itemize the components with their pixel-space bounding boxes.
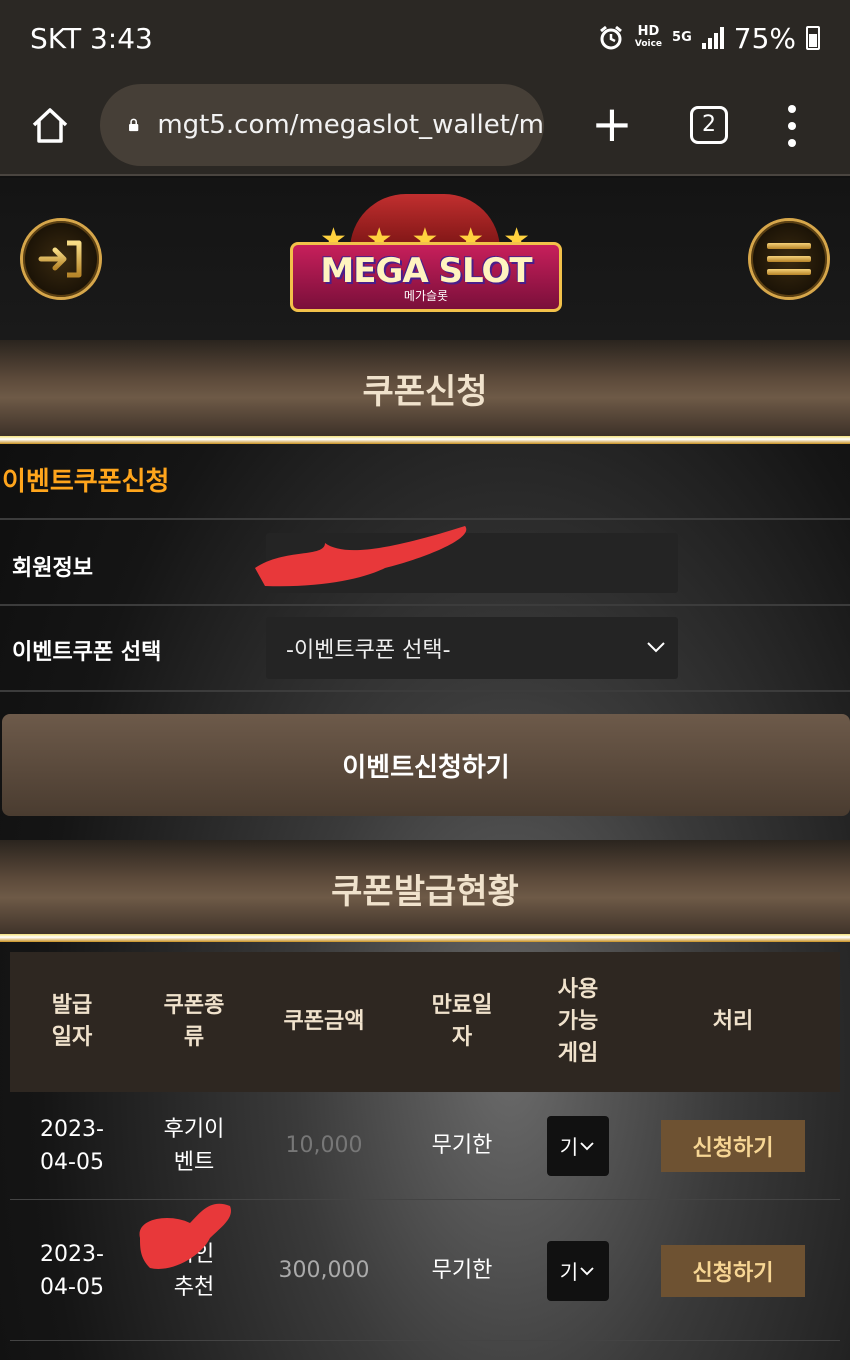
issue-date: 2023-04-05 [40, 1241, 104, 1300]
home-button[interactable] [0, 75, 100, 175]
lock-icon [129, 118, 139, 132]
table-row: 2023-04-05 후기이벤트 10,000 무기한 기 신청하기 [10, 1092, 840, 1200]
chevron-down-icon [580, 1141, 594, 1150]
more-menu-button[interactable] [782, 100, 802, 152]
event-apply-button[interactable]: 이벤트신청하기 [2, 714, 850, 816]
event-coupon-select-value: -이벤트쿠폰 선택- [286, 638, 451, 663]
event-coupon-select-label: 이벤트쿠폰 선택 [12, 640, 162, 665]
request-button[interactable]: 신청하기 [661, 1119, 805, 1172]
table-row: 2023-04-05 지인추천 300,000 무기한 기 신청하기 [10, 1201, 840, 1341]
expire-date: 무기한 [431, 1258, 493, 1283]
alarm-icon [599, 25, 622, 50]
plus-icon: + [591, 95, 633, 153]
network-indicator: 5G [672, 30, 692, 45]
menu-button[interactable] [748, 218, 830, 300]
signal-icon [701, 27, 724, 49]
col-issue-date: 발급일자 [51, 993, 93, 1050]
coupon-status-title: 쿠폰발급현황 [0, 840, 850, 936]
site-header: ★ ★ ★ ★ ★ MEGA SLOT 메가슬롯 [0, 178, 850, 340]
site-content: ★ ★ ★ ★ ★ MEGA SLOT 메가슬롯 쿠폰신청 이벤트쿠폰신청 회원정보 이… [0, 178, 850, 1360]
col-games: 사용가능게임 [557, 977, 599, 1066]
game-select[interactable]: 기 [547, 1240, 609, 1301]
col-expire: 만료일자 [431, 993, 493, 1050]
coupon-type: 후기이벤트 [163, 1116, 225, 1175]
tabs-button[interactable]: 2 [690, 106, 728, 144]
member-info-field[interactable] [266, 533, 678, 593]
status-bar: SKT 3:43 HD Voice 5G 75% [0, 0, 850, 76]
coupon-table-header: 발급일자 쿠폰종류 쿠폰금액 만료일자 사용가능게임 처리 [10, 952, 840, 1092]
issue-date: 2023-04-05 [40, 1116, 104, 1175]
address-bar[interactable]: mgt5.com/megaslot_wallet/m [100, 84, 544, 166]
coupon-type: 지인추천 [173, 1241, 215, 1300]
gold-divider [0, 436, 850, 444]
col-action: 처리 [712, 1009, 754, 1034]
battery-icon [806, 26, 820, 50]
event-coupon-select[interactable]: -이벤트쿠폰 선택- [266, 617, 678, 679]
login-button[interactable] [20, 218, 102, 300]
browser-toolbar: mgt5.com/megaslot_wallet/m + 2 [0, 76, 850, 176]
battery-percent: 75% [733, 21, 796, 55]
expire-date: 무기한 [431, 1133, 493, 1158]
status-icons: HD Voice 5G 75% [597, 22, 820, 55]
home-icon [32, 108, 68, 143]
carrier-time: SKT 3:43 [30, 21, 153, 55]
col-amount: 쿠폰금액 [283, 1009, 365, 1034]
coupon-amount: 300,000 [278, 1258, 370, 1283]
request-button[interactable]: 신청하기 [661, 1244, 805, 1297]
chevron-down-icon [580, 1266, 594, 1275]
col-coupon-type: 쿠폰종류 [163, 993, 225, 1050]
hamburger-icon [767, 243, 811, 275]
new-tab-button[interactable]: + [588, 94, 636, 158]
hd-voice-indicator: HD Voice [634, 24, 663, 49]
url-text: mgt5.com/megaslot_wallet/m [157, 110, 544, 140]
login-icon [38, 240, 82, 278]
game-select[interactable]: 기 [547, 1115, 609, 1176]
megaslot-logo[interactable]: ★ ★ ★ ★ ★ MEGA SLOT 메가슬롯 [280, 190, 572, 330]
coupon-apply-title: 쿠폰신청 [0, 340, 850, 436]
member-info-label: 회원정보 [12, 556, 93, 581]
event-coupon-heading: 이벤트쿠폰신청 [2, 467, 170, 497]
coupon-amount: 10,000 [285, 1133, 363, 1158]
chevron-down-icon [647, 642, 665, 653]
